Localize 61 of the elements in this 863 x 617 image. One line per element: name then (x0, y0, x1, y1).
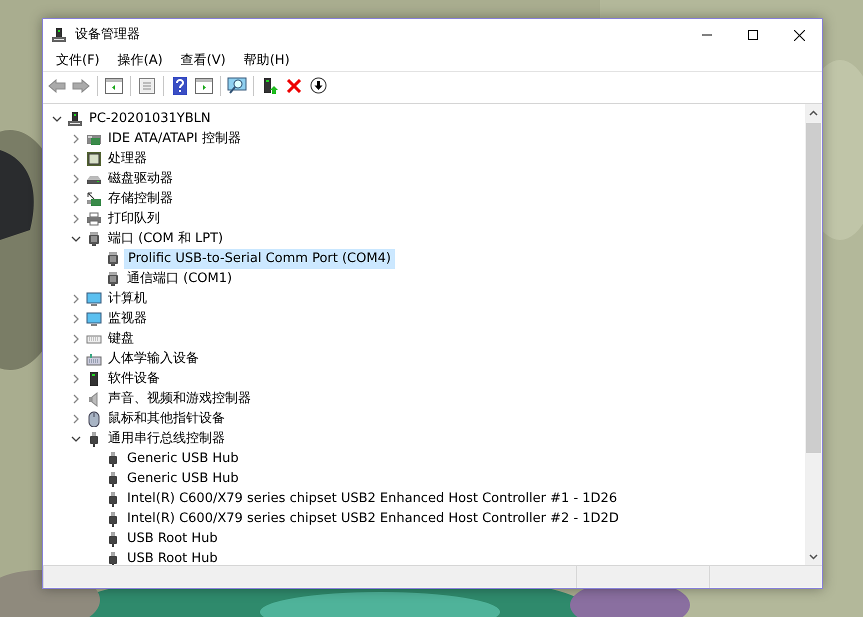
tree-item[interactable]: 计算机 (105, 290, 150, 308)
tree-item[interactable]: Prolific USB-to-Serial Comm Port (COM4) (124, 249, 395, 269)
tree-item[interactable]: 声音、视频和游戏控制器 (105, 390, 254, 408)
tree-item[interactable]: PC-20201031YBLN (86, 110, 214, 128)
tree-item[interactable]: 监视器 (105, 310, 150, 328)
console-tree-button[interactable] (104, 76, 124, 96)
chevron-down-icon[interactable] (809, 554, 818, 560)
tree-item[interactable]: 软件设备 (105, 370, 163, 388)
close-icon (794, 30, 804, 40)
chevron-up-icon[interactable] (809, 110, 818, 116)
keyboard-joystick-icon (86, 351, 102, 367)
menu-item[interactable]: 文件(F) (47, 51, 109, 71)
panel-icon (105, 78, 123, 94)
disable-button[interactable] (308, 76, 328, 96)
tree-item[interactable]: 键盘 (105, 330, 137, 348)
port-connector-icon (105, 271, 121, 287)
scrollbar[interactable] (805, 104, 822, 565)
mouse-icon (86, 411, 102, 427)
monitor-search-icon (227, 76, 247, 94)
document-icon (139, 78, 155, 94)
forward-arrow-icon (72, 78, 90, 92)
window-title: 设备管理器 (75, 26, 140, 44)
printer-icon (86, 211, 102, 227)
scan-hardware-button[interactable] (227, 76, 247, 96)
tree-item[interactable]: IDE ATA/ATAPI 控制器 (105, 130, 244, 148)
chip-icon (86, 151, 102, 167)
scroll-thumb[interactable] (806, 123, 821, 453)
tree-item[interactable]: USB Root Hub (124, 550, 221, 565)
action-pane-button[interactable] (194, 76, 214, 96)
tree-item[interactable]: 通用串行总线控制器 (105, 430, 228, 448)
tree-item[interactable]: 端口 (COM 和 LPT) (105, 230, 226, 248)
device-upload-icon (262, 76, 278, 94)
close-icon (287, 78, 301, 92)
tree-item[interactable]: 人体学输入设备 (105, 350, 202, 368)
computer-icon (51, 27, 67, 43)
tree-item[interactable]: Intel(R) C600/X79 series chipset USB2 Enhanced Host Controller #1 - 1D26 (124, 490, 620, 508)
tree-item[interactable]: 处理器 (105, 150, 150, 168)
help-icon (173, 76, 187, 94)
maximize-icon (748, 30, 758, 40)
computer-icon (67, 111, 83, 127)
tree-item[interactable]: 通信端口 (COM1) (124, 270, 236, 288)
tree-item[interactable]: Intel(R) C600/X79 series chipset USB2 Enhanced Host Controller #2 - 1D2D (124, 510, 622, 528)
tree-item[interactable]: Generic USB Hub (124, 470, 242, 488)
port-connector-icon (86, 231, 102, 247)
back-arrow-icon (48, 78, 66, 92)
tree-item[interactable]: 鼠标和其他指针设备 (105, 410, 228, 428)
tree-item[interactable]: 磁盘驱动器 (105, 170, 176, 188)
panel-icon (195, 78, 213, 94)
monitor-icon (86, 291, 102, 307)
tree-item[interactable]: 打印队列 (105, 210, 163, 228)
menu-item[interactable]: 帮助(H) (234, 51, 299, 71)
menu-item[interactable]: 查看(V) (172, 51, 235, 71)
monitor-icon (86, 311, 102, 327)
tree-item[interactable]: 存储控制器 (105, 190, 176, 208)
help-button[interactable] (170, 76, 190, 96)
menu-item[interactable]: 操作(A) (108, 51, 172, 71)
port-connector-icon (105, 251, 121, 267)
storage-controller-icon (86, 191, 102, 207)
tree-item[interactable]: USB Root Hub (124, 530, 221, 548)
properties-button[interactable] (137, 76, 157, 96)
tree-item[interactable]: Generic USB Hub (124, 450, 242, 468)
